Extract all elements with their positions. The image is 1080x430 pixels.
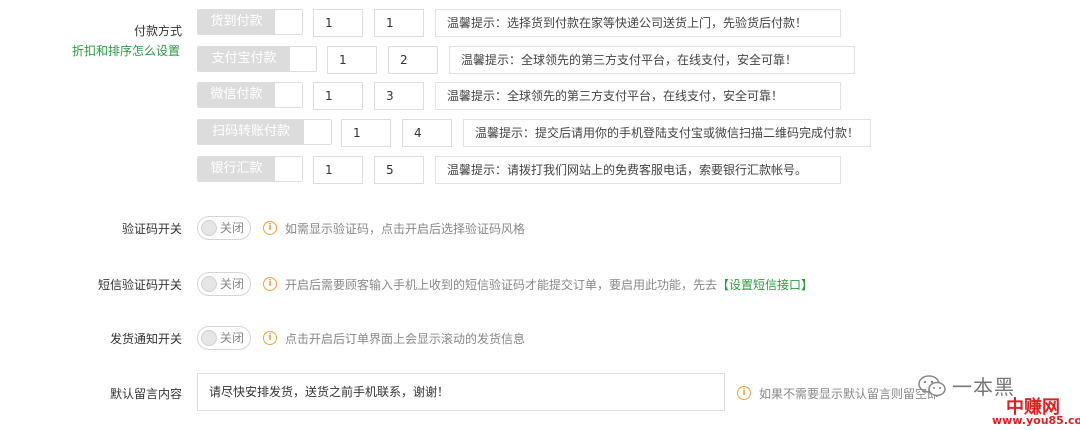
shipping-hint: 点击开启后订单界面上会显示滚动的发货信息 [285, 332, 526, 346]
sort-input[interactable]: 4 [402, 119, 452, 147]
switch-state-text: 关闭 [220, 221, 245, 235]
payment-toggle-cod[interactable]: 货到付款 [197, 9, 303, 35]
payment-tip[interactable]: 温馨提示：选择货到付款在家等快递公司送货上门，先验货后付款！ [435, 9, 841, 37]
captcha-switch-label: 验证码开关 [121, 222, 182, 236]
discount-input[interactable]: 1 [313, 9, 363, 37]
payment-toggle-qr-transfer[interactable]: 扫码转账付款 [197, 119, 332, 145]
captcha-switch[interactable]: 关闭 [197, 216, 251, 240]
info-icon: i [263, 331, 277, 345]
sort-input[interactable]: 1 [374, 9, 424, 37]
discount-input[interactable]: 1 [313, 156, 363, 184]
switch-knob [201, 276, 217, 292]
payment-name: 银行汇款 [198, 157, 275, 181]
payment-name: 扫码转账付款 [198, 120, 304, 144]
discount-sort-help-link[interactable]: 折扣和排序怎么设置 [72, 42, 180, 59]
payment-name: 货到付款 [198, 10, 275, 34]
default-message-label: 默认留言内容 [109, 387, 182, 401]
watermark-url: www.you85.com [992, 414, 1080, 427]
discount-input[interactable]: 1 [313, 82, 363, 110]
shipping-notify-switch[interactable]: 关闭 [197, 326, 251, 350]
switch-state-text: 关闭 [220, 277, 245, 291]
info-icon: i [263, 277, 277, 291]
payment-tip[interactable]: 温馨提示：请拨打我们网站上的免费客服电话，索要银行汇款帐号。 [435, 156, 841, 184]
message-hint: 如果不需要显示默认留言则留空即 [759, 387, 940, 401]
sort-input[interactable]: 5 [374, 156, 424, 184]
sms-captcha-switch[interactable]: 关闭 [197, 272, 251, 296]
sort-input[interactable]: 2 [388, 46, 438, 74]
discount-input[interactable]: 1 [327, 46, 377, 74]
discount-input[interactable]: 1 [341, 119, 391, 147]
payment-name: 微信付款 [198, 83, 275, 107]
sms-captcha-switch-label: 短信验证码开关 [97, 278, 182, 292]
payment-tip[interactable]: 温馨提示：全球领先的第三方支付平台，在线支付，安全可靠！ [435, 82, 841, 110]
payment-tip[interactable]: 温馨提示：提交后请用你的手机登陆支付宝或微信扫描二维码完成付款！ [463, 119, 871, 147]
payment-toggle-bank[interactable]: 银行汇款 [197, 156, 303, 182]
switch-knob [201, 220, 217, 236]
payment-tip[interactable]: 温馨提示：全球领先的第三方支付平台，在线支付，安全可靠！ [449, 46, 855, 74]
sms-settings-link[interactable]: 【设置短信接口】 [717, 278, 813, 292]
payment-toggle-wechat[interactable]: 微信付款 [197, 82, 303, 108]
payment-name: 支付宝付款 [198, 47, 290, 71]
captcha-hint: 如需显示验证码，点击开启后选择验证码风格 [285, 222, 526, 236]
sms-hint-text: 开启后需要顾客输入手机上收到的短信验证码才能提交订单，要启用此功能，先去 [285, 278, 718, 292]
watermark-logo: 一本黑 中赚网 www.you85.com [918, 367, 1080, 430]
shipping-notify-switch-label: 发货通知开关 [109, 332, 182, 346]
switch-state-text: 关闭 [220, 331, 245, 345]
payment-method-label: 付款方式 [133, 24, 182, 38]
sms-hint: 开启后需要顾客输入手机上收到的短信验证码才能提交订单，要启用此功能，先去【设置短… [285, 276, 813, 293]
info-icon: i [263, 221, 277, 235]
default-message-input[interactable]: 请尽快安排发货，送货之前手机联系，谢谢！ [197, 373, 725, 411]
sort-input[interactable]: 3 [374, 82, 424, 110]
info-icon: i [737, 386, 751, 400]
wechat-icon [918, 375, 946, 397]
switch-knob [201, 330, 217, 346]
payment-toggle-alipay[interactable]: 支付宝付款 [197, 46, 317, 72]
